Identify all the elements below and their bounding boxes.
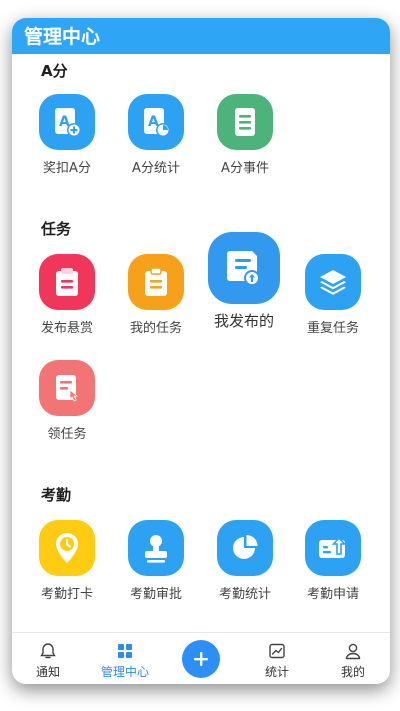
- item-label: 考勤审批: [129, 587, 182, 602]
- item-label: 考勤打卡: [40, 587, 93, 602]
- tab-profile[interactable]: 我的: [318, 633, 388, 684]
- bottom-tab-bar: 通知 管理中心 统计 我的: [12, 632, 390, 684]
- item-label: 领任务: [47, 427, 87, 442]
- item-label: 我发布的: [213, 312, 274, 330]
- attendance-approval-icon: [128, 520, 184, 576]
- a-score-stats-icon: A: [128, 94, 184, 150]
- tab-statistics[interactable]: 统计: [242, 633, 312, 684]
- a-score-add-icon: A: [39, 94, 95, 150]
- item-label: A分事件: [221, 161, 269, 176]
- tab-label: 管理中心: [100, 665, 149, 679]
- item-a-score-events[interactable]: A分事件: [205, 94, 285, 176]
- check-in-icon: [39, 520, 95, 576]
- section-title-attendance: 考勤: [41, 486, 72, 504]
- item-label: 我的任务: [129, 321, 182, 336]
- section-title-tasks: 任务: [41, 220, 72, 238]
- item-attendance-request[interactable]: 考勤申请: [293, 520, 373, 602]
- user-icon: [345, 643, 361, 660]
- item-attendance-approval[interactable]: 考勤审批: [116, 520, 196, 602]
- item-claim-task[interactable]: 领任务: [27, 360, 107, 442]
- tab-label: 我的: [340, 665, 365, 679]
- item-label: 考勤统计: [218, 587, 271, 602]
- publish-bounty-icon: [39, 254, 95, 310]
- item-check-in[interactable]: 考勤打卡: [27, 520, 107, 602]
- chart-icon: [269, 643, 285, 659]
- item-my-published[interactable]: 我发布的: [204, 232, 284, 331]
- add-button[interactable]: [182, 640, 220, 678]
- item-label: A分统计: [132, 161, 180, 176]
- item-label: 考勤申请: [306, 587, 359, 602]
- bell-icon: [40, 643, 56, 659]
- plus-icon: [194, 652, 208, 666]
- item-label: 奖扣A分: [43, 161, 91, 176]
- attendance-request-icon: [305, 520, 361, 576]
- section-title-a-score: A分: [41, 62, 68, 80]
- item-a-score-add[interactable]: A 奖扣A分: [27, 94, 107, 176]
- repeat-task-icon: [305, 254, 361, 310]
- item-label: 发布悬赏: [40, 321, 93, 336]
- header-bar: 管理中心: [12, 18, 390, 54]
- grid-icon: [118, 644, 132, 658]
- item-my-tasks[interactable]: 我的任务: [116, 254, 196, 336]
- page-title: 管理中心: [24, 26, 101, 48]
- tab-label: 统计: [264, 665, 289, 679]
- item-publish-bounty[interactable]: 发布悬赏: [27, 254, 107, 336]
- claim-task-icon: [39, 360, 95, 416]
- phone-frame: 管理中心 A分 A 奖扣A分 A A分统计 A分事件 任务 发布悬赏 我的任务 …: [12, 18, 390, 684]
- item-repeat-task[interactable]: 重复任务: [293, 254, 373, 336]
- a-score-events-icon: [217, 94, 273, 150]
- my-tasks-icon: [128, 254, 184, 310]
- item-attendance-stats[interactable]: 考勤统计: [205, 520, 285, 602]
- attendance-stats-icon: [217, 520, 273, 576]
- item-a-score-stats[interactable]: A A分统计: [116, 94, 196, 176]
- item-label: 重复任务: [306, 321, 359, 336]
- tab-notifications[interactable]: 通知: [13, 633, 83, 684]
- tab-management-center[interactable]: 管理中心: [90, 633, 160, 684]
- my-published-icon: [208, 232, 280, 304]
- tab-label: 通知: [35, 665, 60, 679]
